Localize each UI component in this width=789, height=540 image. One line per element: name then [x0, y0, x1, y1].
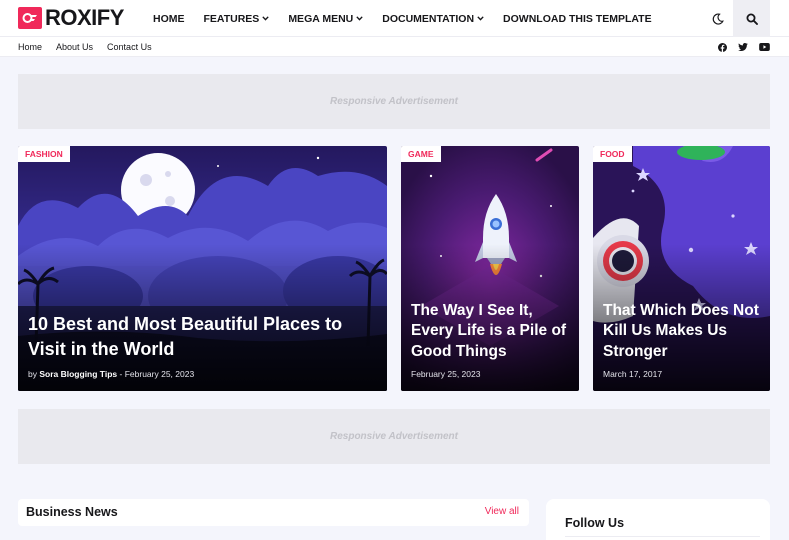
chevron-down-icon [477, 16, 484, 21]
search-button[interactable] [733, 0, 770, 37]
advertisement-banner: Responsive Advertisement [18, 74, 770, 129]
post-info: 10 Best and Most Beautiful Places to Vis… [28, 312, 377, 379]
site-logo[interactable]: ROXIFY [18, 7, 124, 29]
nav-item-documentation[interactable]: DOCUMENTATION [382, 13, 484, 25]
moon-icon [712, 13, 724, 25]
youtube-icon[interactable] [759, 43, 770, 51]
nav-item-label: FEATURES [203, 12, 260, 25]
widget-divider [565, 536, 760, 537]
featured-post[interactable]: GAME The Way I See It, Every Life is a P… [401, 146, 579, 391]
twitter-icon[interactable] [738, 43, 748, 51]
logo-text: ROXIFY [45, 5, 124, 30]
site-header: ROXIFY HOME FEATURES MEGA MENU DOCUMENTA… [0, 0, 789, 37]
post-date: March 17, 2017 [603, 369, 663, 379]
link-about-us[interactable]: About Us [56, 42, 93, 52]
meta-separator: - [119, 369, 123, 379]
category-label[interactable]: FOOD [593, 146, 632, 162]
featured-post[interactable]: FOOD That Which Does Not Kill Us Makes U… [593, 146, 770, 391]
link-home[interactable]: Home [18, 42, 42, 52]
view-all-link[interactable]: View all [485, 506, 519, 517]
search-icon [746, 13, 758, 25]
post-meta: by Sora Blogging Tips - February 25, 202… [28, 369, 377, 379]
chevron-down-icon [356, 16, 363, 21]
ad-label: Responsive Advertisement [329, 96, 458, 107]
nav-item-label: DOWNLOAD THIS TEMPLATE [503, 12, 652, 25]
page-links: Home About Us Contact Us [18, 37, 166, 57]
post-date: February 25, 2023 [411, 369, 481, 379]
ad-label: Responsive Advertisement [329, 431, 458, 442]
follow-us-widget: Follow Us [546, 499, 770, 540]
post-author[interactable]: Sora Blogging Tips [39, 369, 117, 379]
chevron-down-icon [262, 16, 270, 21]
logo-mark-icon [18, 7, 42, 29]
nav-item-features[interactable]: FEATURES [204, 13, 270, 25]
facebook-icon[interactable] [718, 42, 727, 52]
link-contact-us[interactable]: Contact Us [107, 42, 152, 52]
post-info: The Way I See It, Every Life is a Pile o… [411, 301, 569, 380]
featured-post-large[interactable]: FASHION 10 Best and Most Beautiful Place… [18, 146, 387, 391]
top-links-bar: Home About Us Contact Us [0, 37, 789, 57]
category-label[interactable]: GAME [401, 146, 441, 162]
category-label[interactable]: FASHION [18, 146, 70, 162]
nav-item-home[interactable]: HOME [153, 13, 185, 25]
main-nav: HOME FEATURES MEGA MENU DOCUMENTATION DO… [153, 0, 671, 37]
post-title[interactable]: That Which Does Not Kill Us Makes Us Str… [603, 301, 760, 363]
post-title[interactable]: 10 Best and Most Beautiful Places to Vis… [28, 312, 377, 362]
advertisement-banner: Responsive Advertisement [18, 409, 770, 464]
nav-item-label: HOME [153, 12, 185, 25]
by-label: by [28, 369, 37, 379]
business-news-header: Business News View all [18, 499, 529, 526]
post-date: February 25, 2023 [124, 369, 195, 379]
post-title[interactable]: The Way I See It, Every Life is a Pile o… [411, 301, 569, 363]
nav-item-mega-menu[interactable]: MEGA MENU [288, 13, 363, 25]
widget-title: Follow Us [565, 516, 625, 530]
post-meta: March 17, 2017 [603, 369, 760, 379]
nav-item-download-template[interactable]: DOWNLOAD THIS TEMPLATE [503, 13, 652, 25]
nav-item-label: MEGA MENU [288, 12, 354, 25]
nav-item-label: DOCUMENTATION [382, 12, 475, 25]
post-meta: February 25, 2023 [411, 369, 569, 379]
post-info: That Which Does Not Kill Us Makes Us Str… [603, 301, 760, 380]
social-links [718, 37, 770, 57]
section-title: Business News [26, 505, 118, 519]
dark-mode-toggle[interactable] [708, 9, 728, 29]
